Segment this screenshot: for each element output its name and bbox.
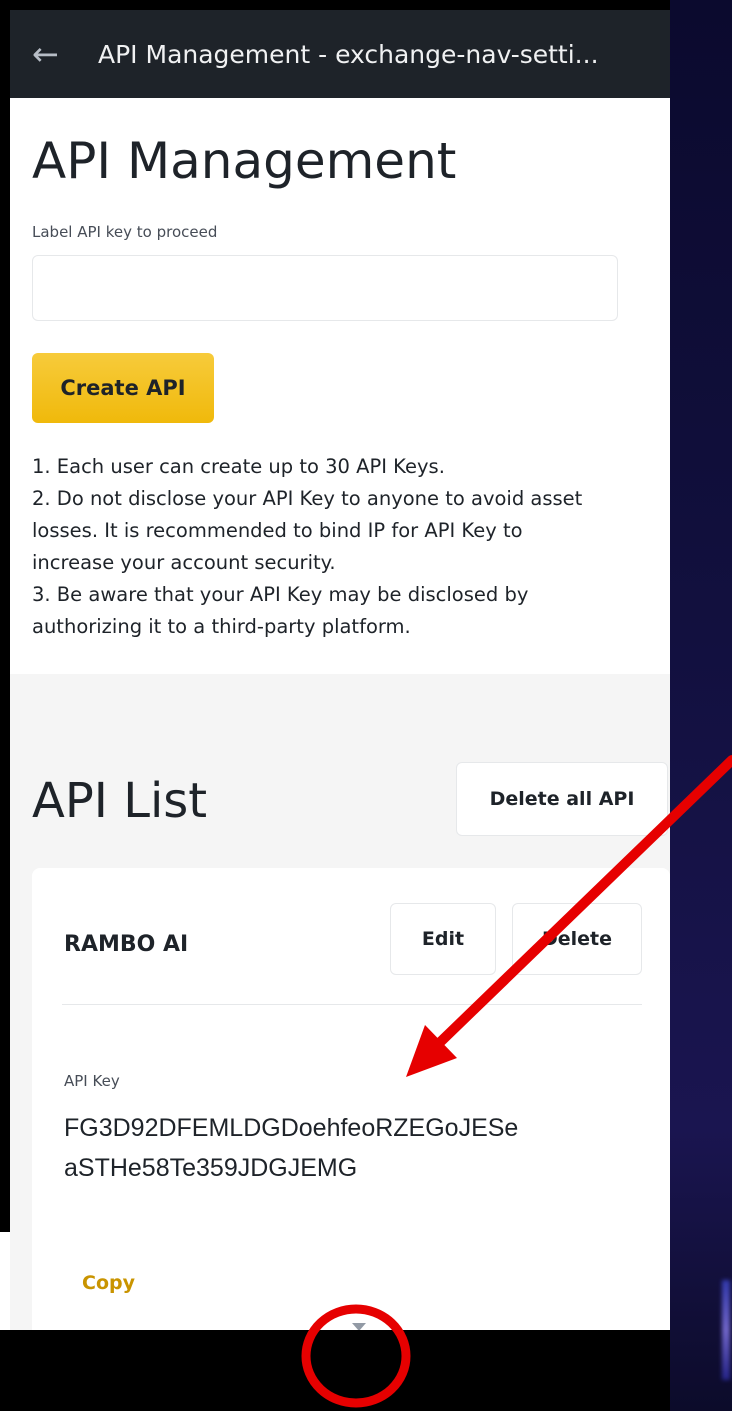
api-key-line: FG3D92DFEMLDGDoehfeoRZEGoJESe xyxy=(64,1114,519,1142)
api-key-card: RAMBO AI Edit Delete API Key FG3D92DFEML… xyxy=(32,868,670,1330)
api-key-line: aSTHe58Te359JDGJEMG xyxy=(64,1154,358,1182)
arrow-left-icon[interactable]: ← xyxy=(32,38,68,70)
delete-button[interactable]: Delete xyxy=(512,903,642,975)
note-line: 1. Each user can create up to 30 API Key… xyxy=(32,455,445,478)
page-title: API Management xyxy=(32,132,457,190)
divider xyxy=(62,1004,642,1005)
edit-button[interactable]: Edit xyxy=(390,903,496,975)
create-api-button[interactable]: Create API xyxy=(32,353,214,423)
note-line: 3. Be aware that your API Key may be dis… xyxy=(32,583,529,606)
note-line: authorizing it to a third-party platform… xyxy=(32,615,411,638)
app-screen: ← API Management - exchange-nav-setti...… xyxy=(10,10,670,1330)
note-line: losses. It is recommended to bind IP for… xyxy=(32,519,523,542)
top-bar: ← API Management - exchange-nav-setti... xyxy=(10,10,670,98)
api-key-value: FG3D92DFEMLDGDoehfeoRZEGoJESe aSTHe58Te3… xyxy=(64,1108,624,1188)
note-line: 2. Do not disclose your API Key to anyon… xyxy=(32,487,583,510)
delete-all-api-button[interactable]: Delete all API xyxy=(456,762,668,836)
background-glow xyxy=(722,1280,730,1380)
api-label-input[interactable] xyxy=(32,255,618,321)
api-label-field-label: Label API key to proceed xyxy=(32,223,218,241)
top-bar-title: API Management - exchange-nav-setti... xyxy=(98,39,599,69)
api-create-section: API Management Label API key to proceed … xyxy=(10,134,670,643)
api-key-label: API Key xyxy=(64,1072,120,1090)
copy-link[interactable]: Copy xyxy=(82,1272,135,1294)
api-key-name: RAMBO AI xyxy=(64,932,189,957)
api-notes: 1. Each user can create up to 30 API Key… xyxy=(32,451,648,643)
background-right xyxy=(670,0,732,1411)
chevron-down-icon[interactable] xyxy=(352,1323,366,1330)
background-strip xyxy=(0,1232,10,1330)
api-list-title: API List xyxy=(32,773,208,829)
note-line: increase your account security. xyxy=(32,551,336,574)
